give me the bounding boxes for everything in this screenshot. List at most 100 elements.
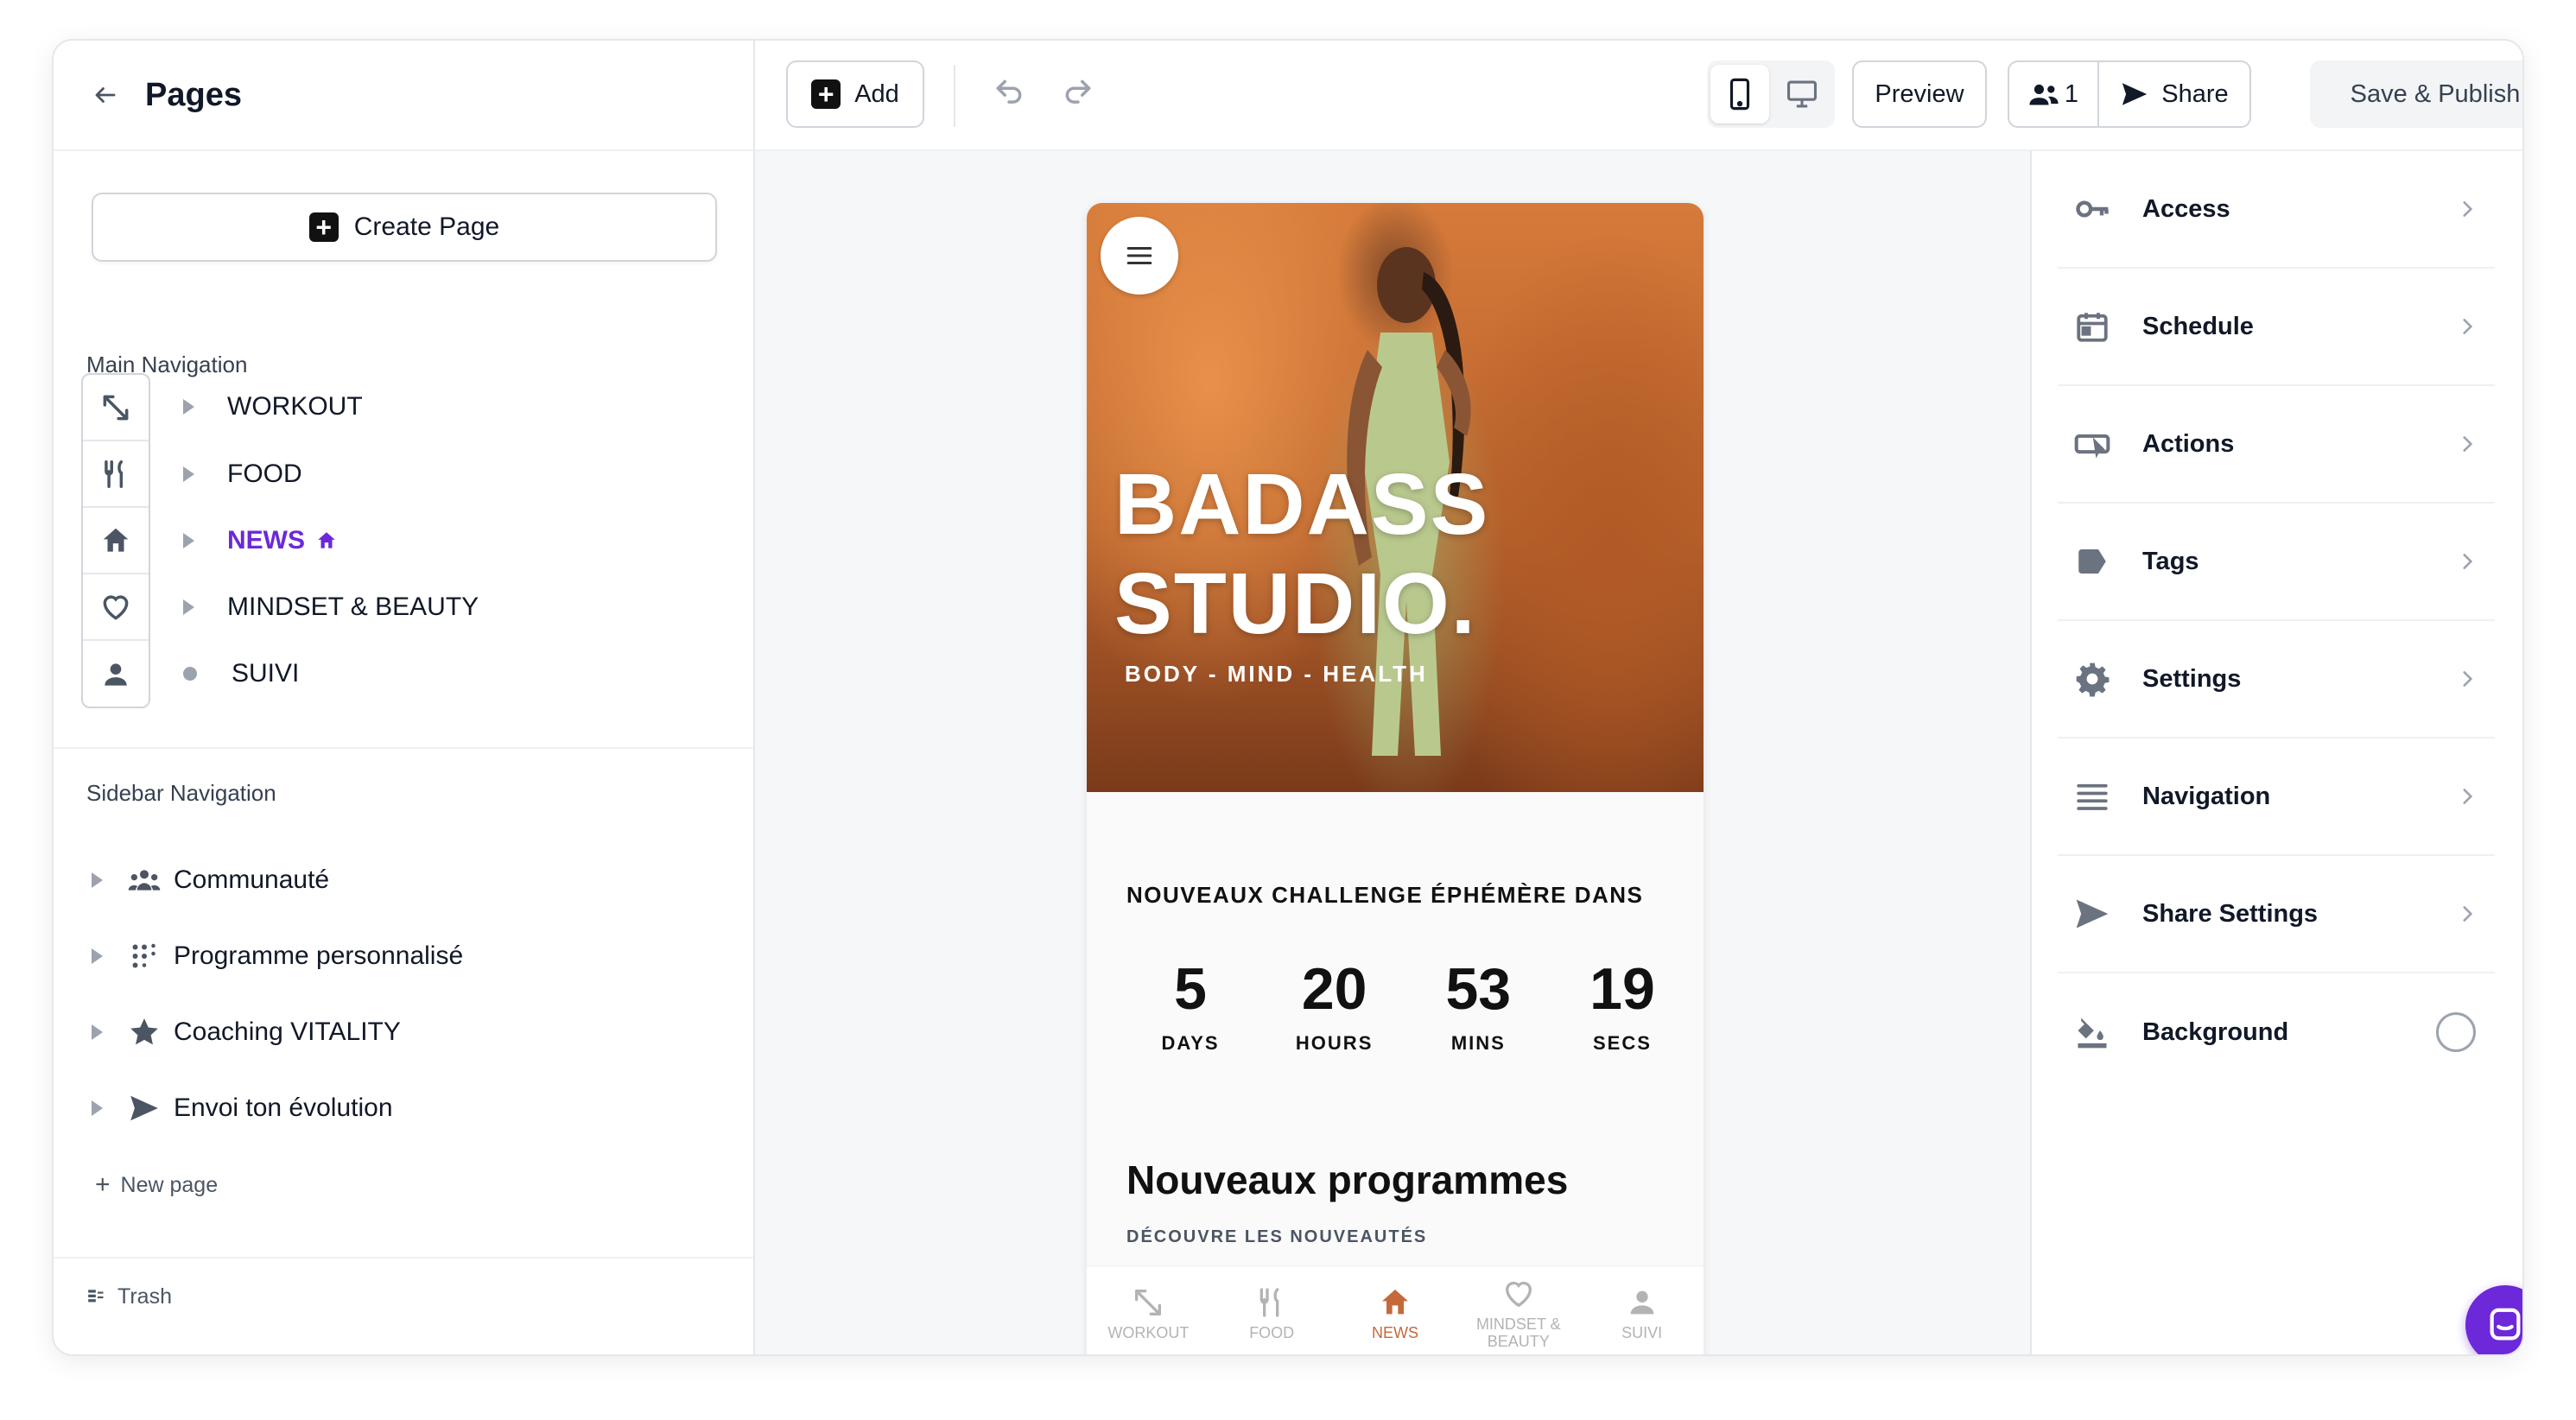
send-icon (125, 1089, 163, 1127)
plus-square-icon: + (811, 79, 841, 109)
main-nav-item-mindset-beauty[interactable]: MINDSET & BEAUTY (183, 581, 479, 633)
plus-square-icon: + (308, 212, 339, 242)
programs-subtitle: DÉCOUVRE LES NOUVEAUTÉS (1126, 1227, 1428, 1246)
main-nav-item-news[interactable]: NEWS (183, 515, 338, 567)
expand-triangle-icon[interactable] (92, 1024, 103, 1040)
pages-panel: Pages + Create Page Main Navigation WORK… (54, 41, 755, 1354)
fork-knife-icon (1259, 1287, 1279, 1317)
chevron-right-icon (2450, 427, 2484, 461)
bottom-tab-mindset-beauty[interactable]: MINDSET & BEAUTY (1456, 1266, 1580, 1354)
settings-row-schedule[interactable]: Schedule (2058, 269, 2495, 386)
settings-row-tags[interactable]: Tags (2058, 504, 2495, 621)
expand-triangle-icon[interactable] (92, 872, 103, 888)
background-color-swatch[interactable] (2436, 1012, 2476, 1052)
expand-triangle-icon[interactable] (183, 599, 194, 615)
sidebar-item-envoi-ton-evolution[interactable]: Envoi ton évolution (92, 1082, 393, 1134)
expand-triangle-icon[interactable] (183, 466, 194, 482)
chevron-right-icon (2450, 779, 2484, 814)
main-nav-item-food[interactable]: FOOD (183, 448, 302, 500)
bottom-tab-food[interactable]: FOOD (1210, 1266, 1334, 1354)
chat-bubble-icon (2485, 1305, 2522, 1345)
save-publish-button[interactable]: Save & Publish (2310, 60, 2522, 128)
sidebar-item-programme-personnalise[interactable]: Programme personnalisé (92, 930, 463, 982)
toolbar-divider (954, 65, 955, 127)
bottom-tab-news[interactable]: NEWS (1334, 1266, 1457, 1354)
countdown-days: 5 DAYS (1161, 956, 1220, 1054)
star-icon (125, 1013, 163, 1051)
main-nav-item-suivi[interactable]: SUIVI (183, 648, 299, 700)
trash-link[interactable]: Trash (86, 1284, 172, 1309)
editor-toolbar: + Add Preview 1 Share Save & Publish (755, 41, 2522, 151)
settings-row-actions[interactable]: Actions (2058, 386, 2495, 504)
pages-header: Pages (54, 41, 753, 151)
device-toggle (1707, 60, 1835, 128)
user-icon (1630, 1290, 1653, 1314)
page-settings-panel: Access Schedule Actions Tags Settings Na… (2030, 151, 2522, 1354)
expand-triangle-icon[interactable] (92, 948, 103, 964)
chevron-right-icon (2450, 897, 2484, 931)
collaborators-button[interactable]: 1 (2009, 62, 2099, 126)
paint-bucket-icon (2066, 1006, 2118, 1058)
settings-row-access[interactable]: Access (2058, 151, 2495, 269)
create-page-button[interactable]: + Create Page (92, 193, 717, 262)
bottom-tab-workout[interactable]: WORKOUT (1087, 1266, 1210, 1354)
chevron-right-icon (2450, 309, 2484, 344)
expand-arrows-icon (1135, 1289, 1162, 1315)
home-icon[interactable] (83, 508, 149, 574)
expand-triangle-icon[interactable] (183, 399, 194, 415)
app-bottom-navigation: WORKOUT FOOD NEWS MINDSET & BEAUTY SUIVI (1087, 1265, 1704, 1354)
new-page-button[interactable]: + New page (95, 1172, 218, 1198)
home-icon (1381, 1289, 1408, 1314)
main-nav-item-workout[interactable]: WORKOUT (183, 381, 363, 433)
chevron-right-icon (2450, 192, 2484, 226)
settings-row-background[interactable]: Background (2058, 973, 2495, 1091)
key-icon (2066, 183, 2118, 235)
share-button[interactable]: Share (2099, 62, 2249, 126)
hamburger-menu-button[interactable] (1101, 217, 1178, 295)
countdown-timer: 5 DAYS 20 HOURS 53 MINS 19 SECS (1139, 960, 1674, 1055)
send-icon (2066, 888, 2118, 940)
history-controls (988, 72, 1099, 113)
sidebar-item-communaute[interactable]: Communauté (92, 854, 329, 906)
fork-knife-icon[interactable] (83, 441, 149, 508)
menu-lines-icon (2066, 770, 2118, 822)
countdown-secs: 19 SECS (1589, 956, 1655, 1054)
settings-row-settings[interactable]: Settings (2058, 621, 2495, 739)
settings-row-share-settings[interactable]: Share Settings (2058, 856, 2495, 973)
plus-icon: + (95, 1170, 111, 1199)
settings-row-navigation[interactable]: Navigation (2058, 739, 2495, 856)
bottom-tab-suivi[interactable]: SUIVI (1580, 1266, 1704, 1354)
expand-triangle-icon[interactable] (92, 1100, 103, 1116)
bullet-dot-icon (183, 667, 197, 681)
gear-icon (2066, 653, 2118, 705)
pages-title: Pages (145, 76, 242, 113)
section-divider (54, 747, 753, 749)
group-icon (125, 861, 163, 899)
sidebar-navigation-label: Sidebar Navigation (86, 780, 276, 806)
undo-icon[interactable] (988, 72, 1030, 113)
send-icon (2120, 79, 2149, 109)
preview-button[interactable]: Preview (1852, 60, 1987, 128)
expand-triangle-icon[interactable] (183, 533, 194, 548)
user-icon[interactable] (83, 641, 149, 707)
tag-icon (2066, 536, 2118, 587)
hero-banner[interactable]: BADASS STUDIO. BODY - MIND - HEALTH (1087, 203, 1704, 792)
calendar-icon (2066, 301, 2118, 352)
sidebar-item-coaching-vitality[interactable]: Coaching VITALITY (92, 1006, 401, 1058)
heart-icon[interactable] (83, 574, 149, 641)
action-cursor-icon (2066, 418, 2118, 470)
challenge-title: NOUVEAUX CHALLENGE ÉPHÉMÈRE DANS (1126, 882, 1644, 908)
heart-icon (1505, 1281, 1532, 1308)
mobile-view-button[interactable] (1710, 65, 1769, 124)
add-button[interactable]: + Add (786, 60, 924, 128)
hero-subtitle: BODY - MIND - HEALTH (1125, 661, 1428, 687)
hero-title: BADASS STUDIO. (1114, 456, 1490, 652)
chevron-right-icon (2450, 544, 2484, 579)
editor-canvas: BADASS STUDIO. BODY - MIND - HEALTH NOUV… (755, 151, 2030, 1354)
redo-icon[interactable] (1057, 72, 1099, 113)
back-arrow-icon[interactable] (88, 78, 123, 112)
section-divider (54, 1257, 753, 1258)
desktop-view-button[interactable] (1773, 65, 1831, 124)
expand-arrows-icon[interactable] (83, 375, 149, 441)
chevron-right-icon (2450, 662, 2484, 696)
